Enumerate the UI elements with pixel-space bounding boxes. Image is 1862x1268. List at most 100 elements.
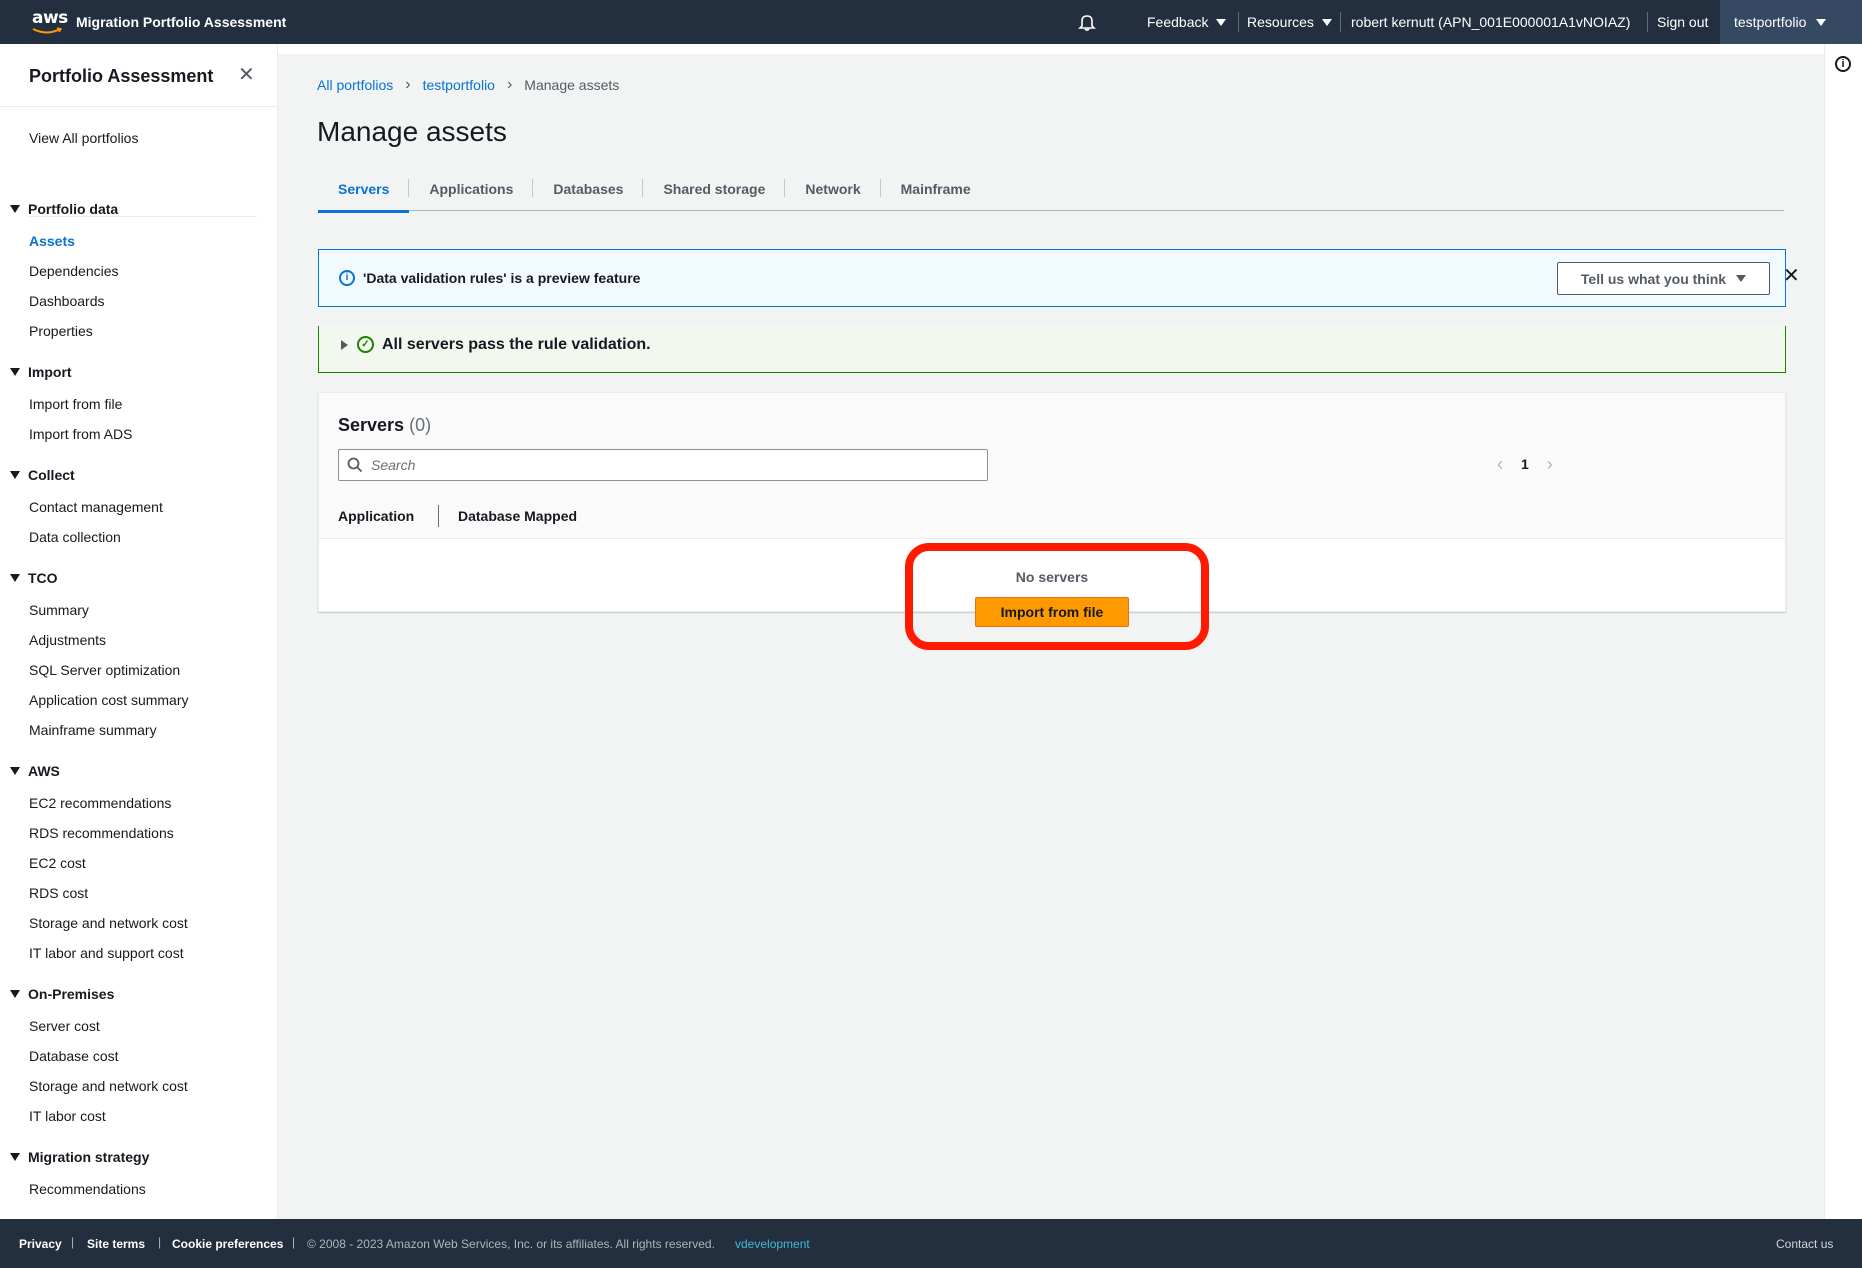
- column-header-application[interactable]: Application: [338, 495, 414, 537]
- breadcrumb-testportfolio[interactable]: testportfolio: [423, 77, 495, 93]
- tab-label: Servers: [338, 180, 390, 197]
- search-icon: [347, 457, 363, 473]
- sidebar-item-aws-storage-network-cost[interactable]: Storage and network cost: [29, 915, 188, 931]
- table-header: Servers (0) ‹ 1 › Application Database M…: [319, 393, 1785, 539]
- close-icon[interactable]: ✕: [1783, 266, 1800, 286]
- sign-out-link[interactable]: Sign out: [1657, 14, 1708, 30]
- sidebar-item-adjustments[interactable]: Adjustments: [29, 632, 106, 648]
- sidebar-section-migration-strategy[interactable]: Migration strategy: [10, 1149, 149, 1165]
- sidebar-section-tco[interactable]: TCO: [10, 570, 58, 586]
- search-field[interactable]: [338, 449, 988, 481]
- page-number[interactable]: 1: [1521, 456, 1529, 472]
- footer-separator: |: [292, 1235, 296, 1249]
- empty-state: No servers Import from file: [319, 539, 1785, 627]
- sidebar-item-rds-cost[interactable]: RDS cost: [29, 885, 88, 901]
- caret-down-icon: [10, 471, 20, 479]
- tab-shared-storage[interactable]: Shared storage: [643, 166, 786, 211]
- caret-down-icon: [1321, 18, 1332, 26]
- sidebar-section-label: Migration strategy: [28, 1149, 150, 1165]
- aws-logo[interactable]: aws: [30, 8, 68, 36]
- caret-down-icon: [10, 990, 20, 998]
- tab-servers[interactable]: Servers: [318, 166, 410, 213]
- empty-state-text: No servers: [1015, 569, 1089, 585]
- sidebar-section-collect[interactable]: Collect: [10, 467, 75, 483]
- sidebar-section-on-premises[interactable]: On-Premises: [10, 986, 114, 1002]
- sidebar-section-aws[interactable]: AWS: [10, 763, 60, 779]
- validation-success-panel[interactable]: ✓ All servers pass the rule validation.: [318, 326, 1786, 373]
- portfolio-selector-label: testportfolio: [1734, 14, 1807, 30]
- aws-logo-text: aws: [32, 8, 68, 28]
- side-navigation: Portfolio Assessment ✕ View All portfoli…: [0, 44, 278, 1219]
- caret-down-icon: [10, 1153, 20, 1161]
- feedback-menu[interactable]: Feedback: [1147, 14, 1227, 30]
- sidebar-item-sql-server-optimization[interactable]: SQL Server optimization: [29, 662, 180, 678]
- info-icon[interactable]: i: [1835, 56, 1851, 72]
- tell-us-what-you-think-button[interactable]: Tell us what you think: [1557, 262, 1770, 295]
- footer-privacy-link[interactable]: Privacy: [19, 1237, 62, 1251]
- sidebar-item-onprem-storage-network-cost[interactable]: Storage and network cost: [29, 1078, 188, 1094]
- caret-down-icon: [10, 368, 20, 376]
- sidebar-item-mainframe-summary[interactable]: Mainframe summary: [29, 722, 157, 738]
- sidebar-item-dashboards[interactable]: Dashboards: [29, 293, 105, 309]
- notification-bell-icon[interactable]: [1078, 13, 1096, 31]
- resources-menu[interactable]: Resources: [1247, 14, 1332, 30]
- footer-cookie-preferences-link[interactable]: Cookie preferences: [172, 1237, 283, 1251]
- sidebar-item-import-from-ads[interactable]: Import from ADS: [29, 426, 132, 442]
- search-input[interactable]: [371, 450, 971, 480]
- tab-network[interactable]: Network: [785, 166, 881, 211]
- check-circle-icon: ✓: [357, 336, 374, 353]
- close-icon[interactable]: ✕: [238, 65, 255, 85]
- footer-separator: |: [71, 1235, 75, 1249]
- sidebar-section-label: On-Premises: [28, 986, 115, 1002]
- sidebar-section-label: AWS: [28, 763, 60, 779]
- breadcrumb-all-portfolios[interactable]: All portfolios: [317, 77, 393, 93]
- main-content: All portfolios › testportfolio › Manage …: [278, 54, 1824, 1219]
- sidebar-section-label: Collect: [28, 467, 75, 483]
- tab-mainframe[interactable]: Mainframe: [881, 166, 991, 211]
- sidebar-item-dependencies[interactable]: Dependencies: [29, 263, 119, 279]
- sidebar-item-database-cost[interactable]: Database cost: [29, 1048, 119, 1064]
- tab-applications[interactable]: Applications: [409, 166, 534, 211]
- footer-contact-us-link[interactable]: Contact us: [1776, 1237, 1833, 1251]
- sidebar-item-view-all-portfolios[interactable]: View All portfolios: [29, 130, 138, 146]
- sidebar-item-rds-recommendations[interactable]: RDS recommendations: [29, 825, 174, 841]
- chevron-right-icon[interactable]: ›: [1547, 455, 1553, 473]
- caret-down-icon: [10, 574, 20, 582]
- sidebar-item-server-cost[interactable]: Server cost: [29, 1018, 100, 1034]
- breadcrumb-current: Manage assets: [524, 77, 620, 93]
- tab-databases[interactable]: Databases: [533, 166, 644, 211]
- info-icon: i: [339, 270, 355, 286]
- sidebar-item-it-labor-cost[interactable]: IT labor cost: [29, 1108, 106, 1124]
- sidebar-item-data-collection[interactable]: Data collection: [29, 529, 121, 545]
- pagination: ‹ 1 ›: [1497, 455, 1553, 473]
- resources-label: Resources: [1247, 14, 1314, 30]
- caret-right-icon[interactable]: [341, 340, 348, 350]
- banner-message: 'Data validation rules' is a preview fea…: [363, 270, 641, 286]
- sidebar-item-contact-management[interactable]: Contact management: [29, 499, 163, 515]
- sidebar-item-import-from-file[interactable]: Import from file: [29, 396, 122, 412]
- sidebar-section-import[interactable]: Import: [10, 364, 72, 380]
- sidebar-section-portfolio-data[interactable]: Portfolio data: [10, 201, 118, 217]
- portfolio-selector[interactable]: testportfolio: [1720, 0, 1862, 44]
- nav-divider: [1647, 12, 1648, 32]
- chevron-left-icon[interactable]: ‹: [1497, 455, 1503, 473]
- import-from-file-button[interactable]: Import from file: [975, 597, 1129, 627]
- footer-site-terms-link[interactable]: Site terms: [87, 1237, 145, 1251]
- table-count: (0): [409, 415, 432, 435]
- sidebar-item-it-labor-support-cost[interactable]: IT labor and support cost: [29, 945, 184, 961]
- sidebar-header: Portfolio Assessment: [29, 66, 214, 86]
- sidebar-item-ec2-cost[interactable]: EC2 cost: [29, 855, 86, 871]
- sidebar-item-application-cost-summary[interactable]: Application cost summary: [29, 692, 189, 708]
- sidebar-item-recommendations[interactable]: Recommendations: [29, 1181, 146, 1197]
- user-name[interactable]: robert kernutt (APN_001E000001A1vNOIAZ): [1351, 14, 1630, 30]
- sidebar-item-assets[interactable]: Assets: [29, 233, 75, 249]
- caret-down-icon: [1216, 18, 1227, 26]
- sidebar-item-ec2-recommendations[interactable]: EC2 recommendations: [29, 795, 171, 811]
- sidebar-item-summary[interactable]: Summary: [29, 602, 89, 618]
- sidebar-item-properties[interactable]: Properties: [29, 323, 93, 339]
- footer-separator: |: [158, 1235, 162, 1249]
- column-header-database-mapped[interactable]: Database Mapped: [458, 495, 577, 537]
- tab-label: Databases: [553, 180, 624, 197]
- app-title[interactable]: Migration Portfolio Assessment: [76, 14, 286, 30]
- sidebar-divider: [0, 106, 278, 107]
